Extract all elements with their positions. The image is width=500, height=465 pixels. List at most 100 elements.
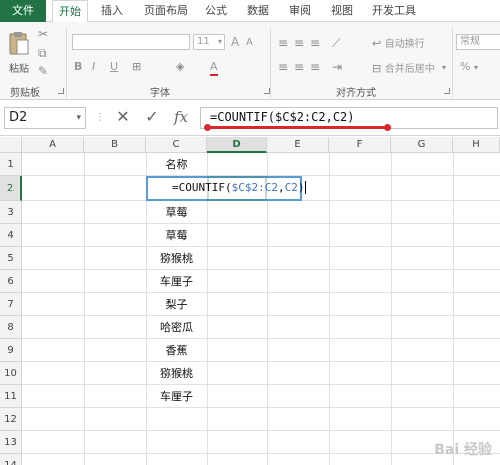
- bold-button[interactable]: B: [74, 60, 82, 74]
- column-header-e[interactable]: E: [267, 137, 329, 153]
- row-header-14[interactable]: 14: [0, 454, 22, 465]
- column-header-d[interactable]: D: [207, 137, 267, 153]
- row-header-8[interactable]: 8: [0, 316, 22, 339]
- row-header-3[interactable]: 3: [0, 201, 22, 224]
- column-header-a[interactable]: A: [22, 137, 84, 153]
- underline-button[interactable]: U: [110, 60, 118, 74]
- wrap-text-icon: ↩: [372, 37, 382, 50]
- cell-c3[interactable]: 草莓: [146, 201, 207, 224]
- tab-data[interactable]: 数据: [240, 0, 276, 22]
- tab-developer[interactable]: 开发工具: [366, 0, 422, 22]
- italic-button[interactable]: I: [92, 60, 95, 74]
- column-header-g[interactable]: G: [391, 137, 453, 153]
- tab-page-layout[interactable]: 页面布局: [138, 0, 194, 22]
- name-box[interactable]: D2 ▾: [4, 107, 86, 129]
- cell-c9[interactable]: 香蕉: [146, 339, 207, 362]
- cell-c1[interactable]: 名称: [146, 153, 207, 176]
- border-icon[interactable]: ⊞: [132, 60, 141, 74]
- cell-c5[interactable]: 猕猴桃: [146, 247, 207, 270]
- resize-handle-icon[interactable]: ⋮: [95, 112, 105, 123]
- row-header-7[interactable]: 7: [0, 293, 22, 316]
- wrap-text-label: 自动换行: [384, 39, 425, 50]
- merge-icon: ⊟: [372, 62, 382, 75]
- column-header-f[interactable]: F: [329, 137, 391, 153]
- row-header-11[interactable]: 11: [0, 385, 22, 408]
- name-box-value: D2: [9, 110, 28, 125]
- tab-view[interactable]: 视图: [324, 0, 360, 22]
- cell-c10[interactable]: 猕猴桃: [146, 362, 207, 385]
- cell-edit-text: =COUNTIF($C$2:C2,C2): [172, 181, 307, 194]
- chevron-down-icon: ▾: [217, 37, 222, 46]
- copy-icon[interactable]: ⧉: [38, 46, 47, 60]
- tab-file[interactable]: 文件: [0, 0, 46, 22]
- row-header-4[interactable]: 4: [0, 224, 22, 247]
- ribbon-tab-bar: 文件 开始 插入 页面布局 公式 数据 审阅 视图 开发工具: [0, 0, 500, 23]
- column-header-c[interactable]: C: [146, 137, 207, 153]
- group-label-clipboard: 剪贴板: [10, 88, 40, 99]
- cell-c6[interactable]: 车厘子: [146, 270, 207, 293]
- column-header-b[interactable]: B: [84, 137, 146, 153]
- row-header-6[interactable]: 6: [0, 270, 22, 293]
- column-header-h[interactable]: H: [453, 137, 500, 153]
- indent-icon[interactable]: ⇥: [332, 60, 342, 74]
- orientation-icon[interactable]: ⟋: [332, 36, 340, 50]
- chevron-down-icon[interactable]: ▾: [474, 61, 478, 75]
- cancel-button[interactable]: ✕: [112, 106, 134, 128]
- paste-button[interactable]: 粘贴: [6, 28, 32, 76]
- cut-icon[interactable]: ✂: [38, 27, 48, 41]
- tab-review[interactable]: 审阅: [282, 0, 318, 22]
- shrink-font-button[interactable]: A: [246, 36, 253, 50]
- row-header-2[interactable]: 2: [0, 176, 22, 201]
- chevron-down-icon[interactable]: ▾: [442, 61, 446, 75]
- align-center-icon[interactable]: ≡: [294, 60, 304, 74]
- cell-c8[interactable]: 哈密瓜: [146, 316, 207, 339]
- align-right-icon[interactable]: ≡: [310, 60, 320, 74]
- font-size-select[interactable]: 11 ▾: [193, 34, 225, 50]
- enter-button[interactable]: ✓: [141, 106, 163, 128]
- wrap-text-button[interactable]: ↩ 自动换行: [372, 35, 425, 51]
- font-size-value: 11: [197, 36, 210, 47]
- merge-center-button[interactable]: ⊟ 合并后居中: [372, 60, 435, 76]
- fill-color-icon[interactable]: ◈: [176, 60, 184, 74]
- grow-font-button[interactable]: A: [231, 35, 239, 49]
- clipboard-icon: [9, 32, 29, 55]
- group-label-font: 字体: [150, 88, 170, 99]
- percent-button[interactable]: %: [460, 60, 470, 74]
- chevron-down-icon: ▾: [76, 113, 81, 123]
- insert-function-button[interactable]: fx: [170, 106, 192, 128]
- alignment-launcher-icon[interactable]: [444, 88, 450, 94]
- worksheet-grid[interactable]: A B C D E F G H 1 2 3 4 5 6 7 8 9 10 11 …: [0, 137, 500, 465]
- row-header-5[interactable]: 5: [0, 247, 22, 270]
- clipboard-launcher-icon[interactable]: [58, 88, 64, 94]
- cell-c7[interactable]: 梨子: [146, 293, 207, 316]
- format-painter-icon[interactable]: ✎: [38, 64, 48, 78]
- cell-c4[interactable]: 草莓: [146, 224, 207, 247]
- cell-c11[interactable]: 车厘子: [146, 385, 207, 408]
- formula-suffix: ): [297, 181, 305, 194]
- watermark-logo: Bai 经验: [434, 442, 492, 458]
- align-left-icon[interactable]: ≡: [278, 60, 288, 74]
- paste-label: 粘贴: [9, 64, 29, 75]
- align-bottom-icon[interactable]: ≡: [310, 36, 320, 50]
- row-header-13[interactable]: 13: [0, 431, 22, 454]
- row-header-1[interactable]: 1: [0, 153, 22, 176]
- row-header-9[interactable]: 9: [0, 339, 22, 362]
- formula-bar: D2 ▾ ⋮ ✕ ✓ fx =COUNTIF($C$2:C2,C2): [0, 100, 500, 136]
- formula-comma: ,: [277, 181, 285, 194]
- merge-center-label: 合并后居中: [384, 64, 435, 75]
- text-cursor: [305, 181, 307, 194]
- annotation-dot-right: [384, 124, 391, 131]
- tab-formulas[interactable]: 公式: [198, 0, 234, 22]
- select-all-corner[interactable]: [0, 137, 22, 153]
- tab-insert[interactable]: 插入: [94, 0, 130, 22]
- align-middle-icon[interactable]: ≡: [294, 36, 304, 50]
- group-label-alignment: 对齐方式: [336, 88, 376, 99]
- ribbon: 粘贴 ✂ ⧉ ✎ 剪贴板 11 ▾ A A B I U ⊞ ◈ A 字体 ≡ ≡…: [0, 22, 500, 100]
- tab-home[interactable]: 开始: [52, 0, 88, 23]
- align-top-icon[interactable]: ≡: [278, 36, 288, 50]
- font-color-button[interactable]: A: [210, 60, 218, 76]
- row-header-12[interactable]: 12: [0, 408, 22, 431]
- font-name-select[interactable]: [72, 34, 190, 50]
- row-header-10[interactable]: 10: [0, 362, 22, 385]
- number-format-select[interactable]: 常规: [456, 34, 500, 50]
